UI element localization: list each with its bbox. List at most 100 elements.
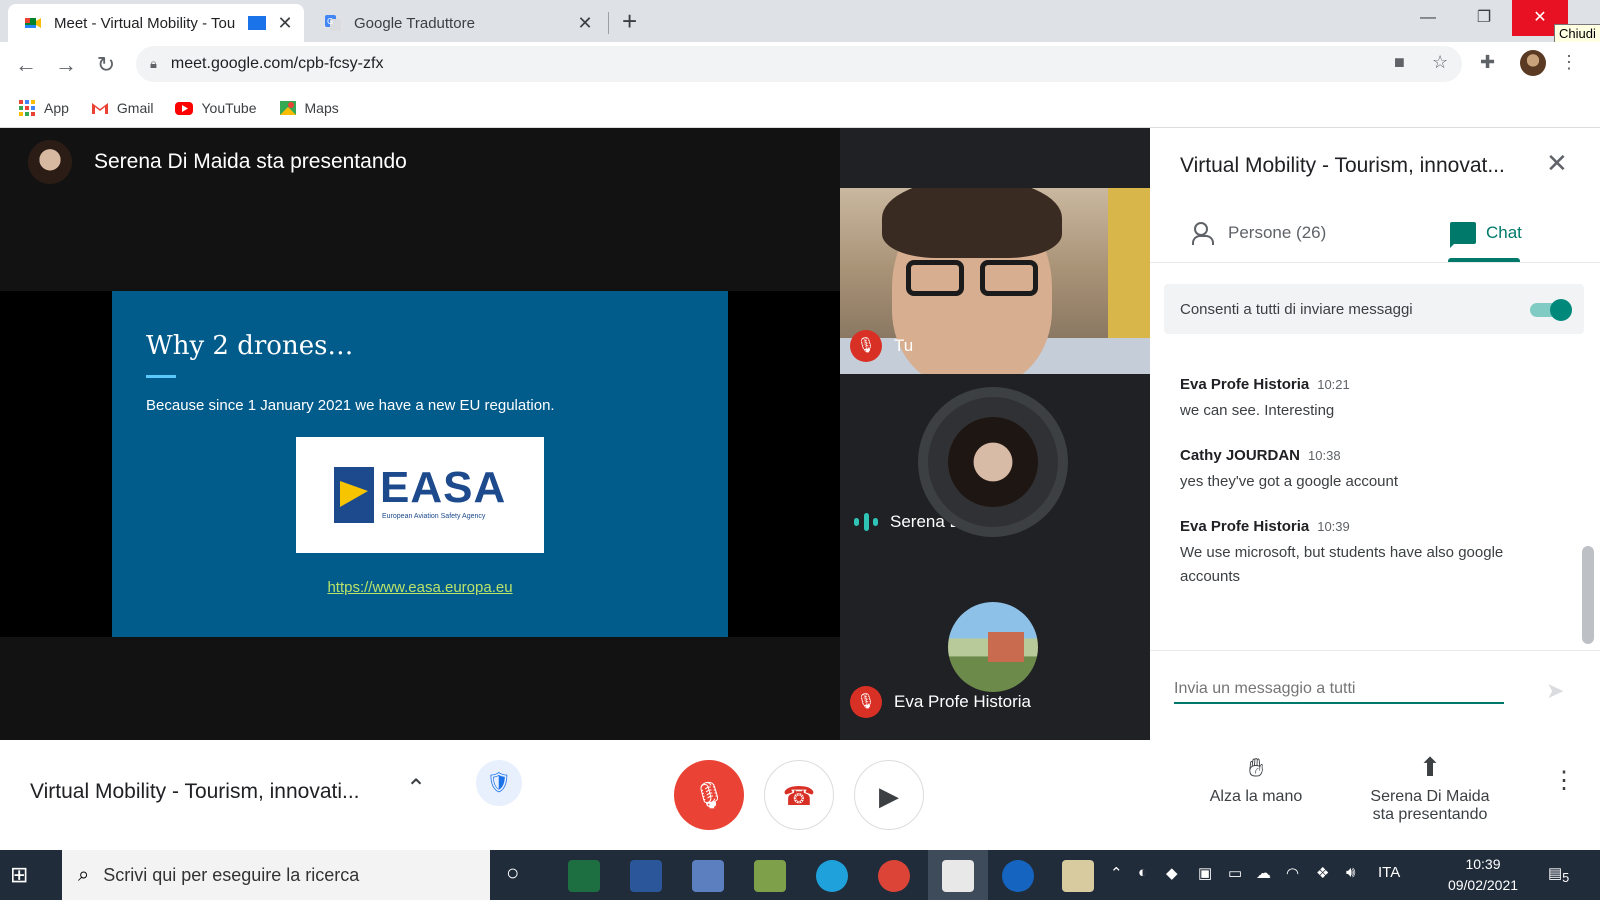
close-tab-icon[interactable]: ✕ <box>576 13 594 34</box>
new-tab-icon[interactable]: + <box>622 6 637 37</box>
tray-shield-icon[interactable]: ◆ <box>1166 864 1178 882</box>
document-app-icon[interactable] <box>942 860 974 892</box>
translate-icon: G <box>325 15 341 31</box>
close-tooltip: Chiudi <box>1554 24 1600 43</box>
raise-hand-icon: ✋︎ <box>1248 752 1264 782</box>
camera-icon[interactable]: ■ <box>1394 52 1405 73</box>
chevron-up-icon[interactable]: ⌃ <box>406 774 426 803</box>
svg-text:G: G <box>327 17 333 26</box>
tab-chat[interactable]: Chat <box>1450 222 1522 248</box>
address-bar[interactable]: 🔒︎ meet.google.com/cpb-fcsy-zfx <box>136 46 1462 82</box>
chrome-icon[interactable] <box>878 860 910 892</box>
notifications-icon[interactable]: ▤5 <box>1548 864 1569 885</box>
clock-date: 09/02/2021 <box>1447 877 1519 893</box>
message-time: 10:38 <box>1308 448 1341 463</box>
tray-expand-icon[interactable]: ⌃ <box>1110 864 1123 882</box>
bookmark-gmail[interactable]: Gmail <box>91 99 154 117</box>
chat-input[interactable] <box>1174 676 1504 704</box>
clock-time: 10:39 <box>1465 856 1501 872</box>
participant-tile-you[interactable]: 🎙︎ Tu <box>840 188 1150 374</box>
paint-icon[interactable] <box>1062 860 1094 892</box>
more-options-icon[interactable]: ⋮ <box>1552 766 1576 795</box>
battery-icon[interactable]: ▭ <box>1228 864 1242 882</box>
wifi-icon[interactable]: ◠ <box>1286 864 1299 882</box>
taskbar-search[interactable]: ⌕ Scrivi qui per eseguire la ricerca <box>62 850 490 900</box>
meeting-controls: Virtual Mobility - Tourism, innovati... … <box>0 740 1600 850</box>
minimize-icon[interactable]: — <box>1400 0 1456 36</box>
bookmark-app[interactable]: App <box>18 99 69 117</box>
excel-icon[interactable] <box>568 860 600 892</box>
participant-label: 🎙︎ Tu <box>850 330 913 362</box>
youtube-icon <box>175 101 194 115</box>
image-editor-icon[interactable] <box>754 860 786 892</box>
bookmark-maps[interactable]: Maps <box>279 99 339 117</box>
system-clock[interactable]: 10:39 09/02/2021 <box>1428 854 1538 896</box>
easa-logo-subtext: European Aviation Safety Agency <box>382 513 486 520</box>
participant-label-eva: 🎙︎ Eva Profe Historia <box>850 686 1031 718</box>
presentation-slide: Why 2 drones… Because since 1 January 20… <box>112 291 728 637</box>
browser-toolbar: ← → ↻ 🔒︎ meet.google.com/cpb-fcsy-zfx ■ … <box>0 42 1600 88</box>
cloud-icon[interactable]: ☁ <box>1256 864 1271 882</box>
easa-logo-box: EASA European Aviation Safety Agency <box>296 437 544 553</box>
back-icon[interactable]: ← <box>12 52 40 78</box>
tray-nvidia-icon[interactable]: ▣ <box>1198 864 1212 882</box>
extensions-icon[interactable]: ✚ <box>1480 52 1495 73</box>
windows-start-icon[interactable]: ⊞ <box>10 862 50 890</box>
end-call-button[interactable]: ☎︎ <box>764 760 834 830</box>
presenting-line1: Serena Di Maida <box>1370 788 1490 805</box>
meeting-title[interactable]: Virtual Mobility - Tourism, innovati... <box>30 780 360 804</box>
browser-menu-icon[interactable]: ⋮ <box>1560 52 1578 73</box>
slide-title-underline <box>146 375 176 378</box>
panel-title: Virtual Mobility - Tourism, innovat... <box>1180 154 1505 177</box>
reload-icon[interactable]: ↻ <box>92 52 120 78</box>
close-panel-icon[interactable]: ✕ <box>1546 148 1568 179</box>
raise-hand-button[interactable]: ✋︎ Alza la mano <box>1196 752 1316 806</box>
computer-icon[interactable] <box>692 860 724 892</box>
bookmark-star-icon[interactable]: ☆ <box>1432 52 1448 73</box>
delta-app-icon[interactable] <box>1002 860 1034 892</box>
task-view-icon[interactable]: ○ <box>506 860 519 886</box>
slide-title: Why 2 drones… <box>146 331 354 361</box>
participant-avatar-eva[interactable] <box>948 602 1038 692</box>
side-panel: Virtual Mobility - Tourism, innovat... ✕… <box>1150 128 1600 740</box>
present-screen-icon: ⬆︎ <box>1419 752 1441 782</box>
volume-icon[interactable]: 🔊︎ <box>1346 864 1355 881</box>
tab-meet[interactable]: Meet - Virtual Mobility - Tou ✕ <box>8 4 304 42</box>
security-shield-icon[interactable]: 🛡︎ <box>476 760 522 806</box>
forward-icon[interactable]: → <box>52 52 80 78</box>
mic-toggle-button[interactable]: 🎙︎ <box>674 760 744 830</box>
close-tab-icon[interactable]: ✕ <box>276 13 294 34</box>
speaking-indicator-icon <box>854 510 878 534</box>
presenting-line2: sta presentando <box>1372 806 1488 823</box>
presenting-button[interactable]: ⬆︎ Serena Di Maida sta presentando <box>1350 752 1510 824</box>
raise-hand-label: Alza la mano <box>1209 788 1303 805</box>
chat-scrollbar[interactable] <box>1582 546 1594 644</box>
tab-divider <box>1150 262 1600 263</box>
tray-app-icon[interactable]: ◐ <box>1138 864 1147 881</box>
presenting-screen-icon <box>248 16 266 30</box>
allow-messages-label: Consenti a tutti di inviare messaggi <box>1180 300 1413 318</box>
allow-messages-toggle[interactable] <box>1528 298 1572 321</box>
dropbox-icon[interactable]: ❖ <box>1316 864 1329 882</box>
mic-off-icon: 🎙︎ <box>850 330 882 362</box>
people-icon <box>1192 222 1218 245</box>
tab-translate[interactable]: G Google Traduttore ✕ <box>308 4 604 42</box>
message-author: Eva Profe Historia <box>1180 518 1310 535</box>
send-icon[interactable]: ➤ <box>1546 678 1564 704</box>
bookmark-label: Gmail <box>116 99 154 116</box>
tab-people[interactable]: Persone (26) <box>1192 222 1327 245</box>
tab-people-label: Persone (26) <box>1228 223 1327 242</box>
profile-avatar[interactable] <box>1520 50 1546 76</box>
participant-avatar-serena[interactable] <box>918 387 1068 537</box>
edge-icon[interactable] <box>816 860 848 892</box>
language-indicator[interactable]: ITA <box>1378 864 1400 881</box>
chat-message: Eva Profe Historia 10:21 we can see. Inte… <box>1180 376 1560 423</box>
slide-link[interactable]: https://www.easa.europa.eu <box>112 579 728 596</box>
chat-message: Eva Profe Historia 10:39 We use microsoft… <box>1180 518 1560 589</box>
gmail-icon <box>91 102 108 114</box>
camera-toggle-button[interactable]: ▶︎ <box>854 760 924 830</box>
bookmark-youtube[interactable]: YouTube <box>175 99 257 117</box>
word-icon[interactable] <box>630 860 662 892</box>
restore-icon[interactable]: ❐ <box>1456 0 1512 36</box>
message-author: Eva Profe Historia <box>1180 376 1310 393</box>
